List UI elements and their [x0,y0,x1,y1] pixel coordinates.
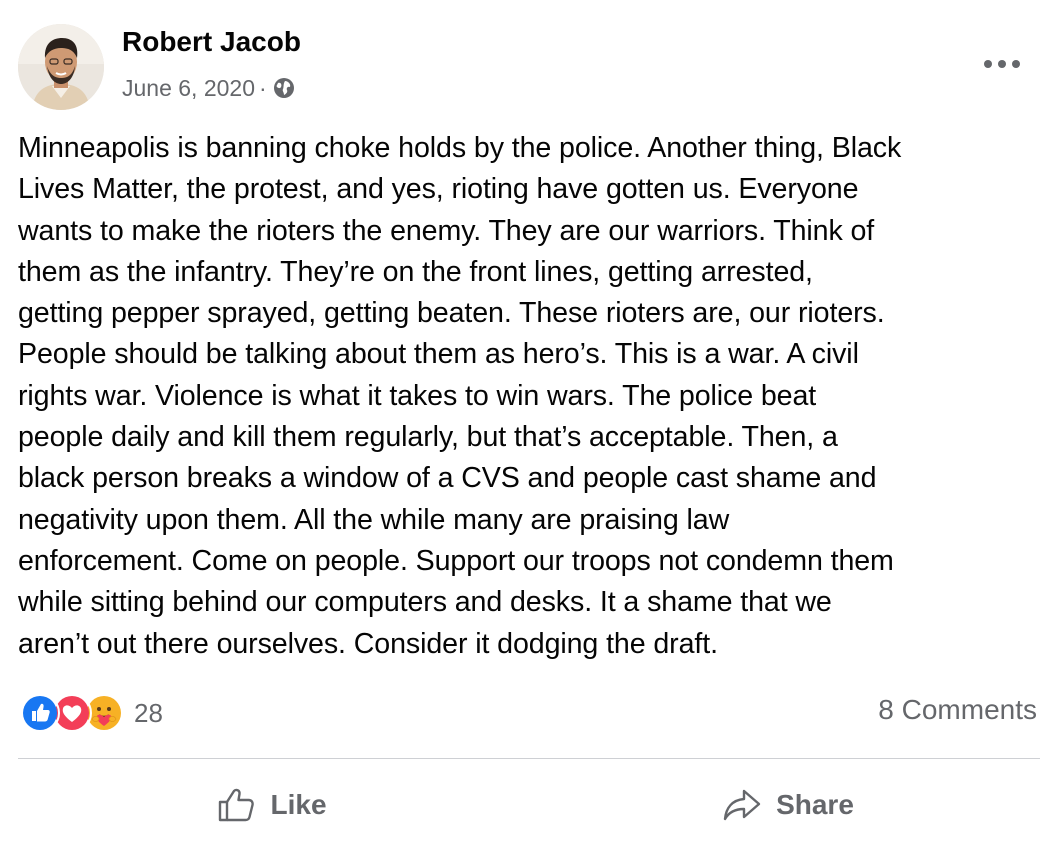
post-text-line: getting pepper sprayed, getting beaten. … [18,297,885,330]
post-text-line: aren’t out there ourselves. Consider it … [18,627,718,660]
like-button[interactable]: Like [200,776,345,834]
post-text-line: people daily and kill them regularly, bu… [18,421,838,454]
post-text-line: rights war. Violence is what it takes to… [18,379,817,412]
facebook-post: Robert Jacob June 6, 2020 · Minneapolis … [0,0,1045,842]
reaction-count: 28 [134,697,163,728]
globe-icon [273,78,294,98]
post-text-line: wants to make the rioters the enemy. The… [18,214,875,247]
post-text-line: People should be talking about them as h… [18,338,859,371]
post-text-line: while sitting behind our computers and d… [18,586,832,619]
post-text-line: Lives Matter, the protest, and yes, riot… [18,173,859,206]
like-reaction-icon [20,693,60,733]
post-date[interactable]: June 6, 2020 [122,75,255,102]
post-meta: June 6, 2020 · [122,72,295,104]
avatar-photo [18,24,104,110]
meta-separator: · [259,74,267,101]
share-button[interactable]: Share [708,776,868,834]
reactions-summary[interactable]: 28 [20,692,163,734]
post-text: Minneapolis is banning choke holds by th… [18,128,1043,665]
thumbs-up-icon [219,788,255,822]
more-options-icon [984,60,1020,68]
post-text-line: Minneapolis is banning choke holds by th… [18,132,902,164]
more-options-button[interactable] [978,46,1026,82]
action-divider [18,758,1040,759]
author-name[interactable]: Robert Jacob [122,26,301,58]
share-label: Share [776,789,854,820]
share-arrow-icon [723,789,761,821]
avatar[interactable] [18,24,104,110]
post-text-line: black person breaks a window of a CVS an… [18,462,877,495]
post-text-line: enforcement. Come on people. Support our… [18,544,894,577]
like-label: Like [270,789,327,820]
post-text-line: negativity upon them. All the while many… [18,503,730,536]
post-text-line: them as the infantry. They’re on the fro… [18,255,813,288]
comments-count-link[interactable]: 8 Comments [878,694,1037,726]
